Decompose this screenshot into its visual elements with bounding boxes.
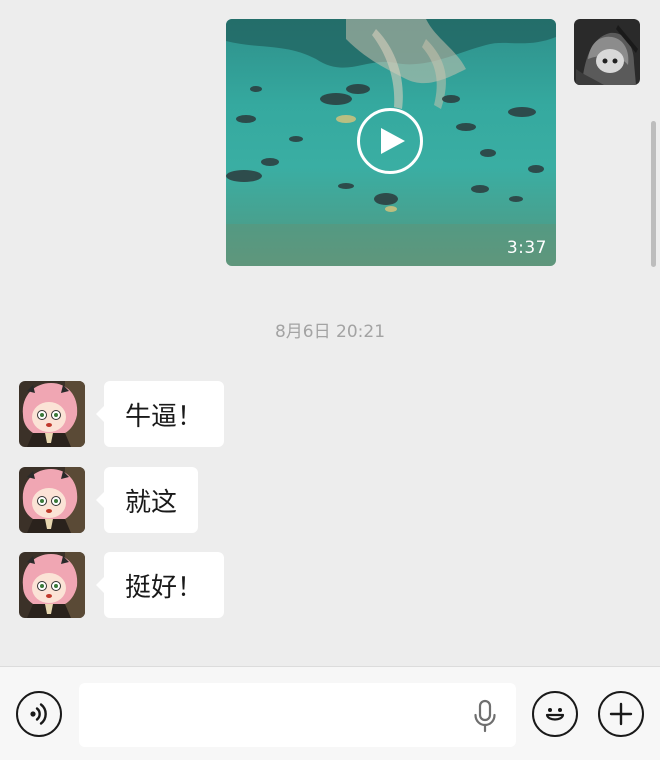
contact-avatar-image (19, 381, 85, 447)
message-bubble[interactable]: 挺好！ (95, 552, 225, 618)
contact-avatar[interactable] (19, 552, 85, 618)
message-bubble[interactable]: 就这 (95, 467, 199, 533)
play-icon (380, 128, 405, 154)
my-avatar-image (574, 19, 640, 85)
plus-icon (609, 702, 633, 726)
message-bubble[interactable]: 牛逼！ (95, 381, 225, 447)
emoji-button[interactable] (532, 691, 578, 737)
chat-area: 3:37 8月6日 20:21 牛逼！ 就这 挺好！ (0, 0, 660, 666)
message-text: 就这 (125, 487, 178, 518)
message-text: 牛逼！ (125, 401, 204, 432)
my-avatar[interactable] (574, 19, 640, 85)
play-button[interactable] (357, 108, 423, 174)
contact-avatar[interactable] (19, 467, 85, 533)
message-input[interactable] (79, 683, 459, 747)
microphone-icon[interactable] (472, 699, 498, 733)
emoji-icon (545, 708, 565, 721)
video-duration: 3:37 (506, 238, 547, 258)
voice-mode-icon (30, 703, 47, 725)
voice-toggle-button[interactable] (16, 691, 62, 737)
more-actions-button[interactable] (598, 691, 644, 737)
scrollbar[interactable] (651, 121, 656, 267)
video-message[interactable]: 3:37 (226, 19, 556, 266)
message-timestamp: 8月6日 20:21 (274, 322, 386, 342)
message-text: 挺好！ (125, 572, 204, 603)
contact-avatar[interactable] (19, 381, 85, 447)
contact-avatar-image (19, 552, 85, 618)
contact-avatar-image (19, 467, 85, 533)
message-input-box[interactable] (79, 683, 516, 747)
input-bar (0, 666, 660, 760)
